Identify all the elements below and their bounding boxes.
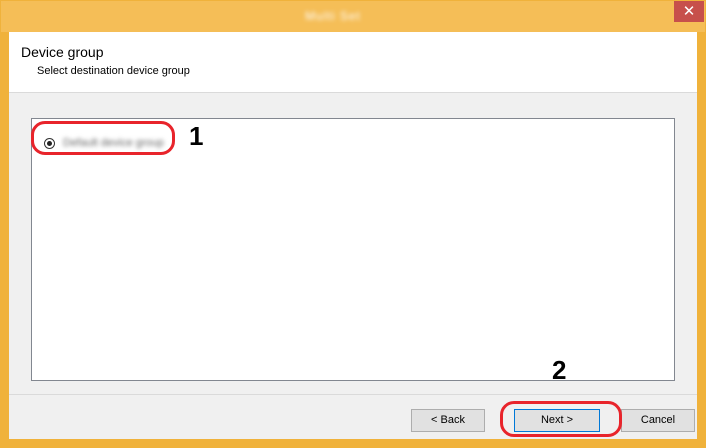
- close-icon: ✕: [682, 2, 696, 20]
- footer-divider: [9, 394, 697, 395]
- wizard-window: Multi Set ✕ Device group Select destinat…: [0, 0, 706, 448]
- close-button[interactable]: ✕: [674, 1, 704, 22]
- page-subtitle: Select destination device group: [37, 65, 190, 77]
- back-button[interactable]: < Back: [411, 409, 485, 432]
- callout-number-1: 1: [189, 121, 204, 151]
- device-group-list[interactable]: Default device group: [31, 118, 675, 381]
- wizard-header: Device group Select destination device g…: [9, 32, 697, 93]
- window-title: Multi Set: [305, 9, 361, 23]
- page-title: Device group: [21, 44, 104, 60]
- cancel-button[interactable]: Cancel: [621, 409, 695, 432]
- callout-ring-option: [31, 121, 175, 155]
- callout-number-2: 2: [552, 355, 567, 385]
- wizard-body: Device group Select destination device g…: [9, 32, 697, 439]
- title-bar[interactable]: Multi Set ✕: [1, 1, 705, 32]
- callout-ring-next: [500, 401, 622, 437]
